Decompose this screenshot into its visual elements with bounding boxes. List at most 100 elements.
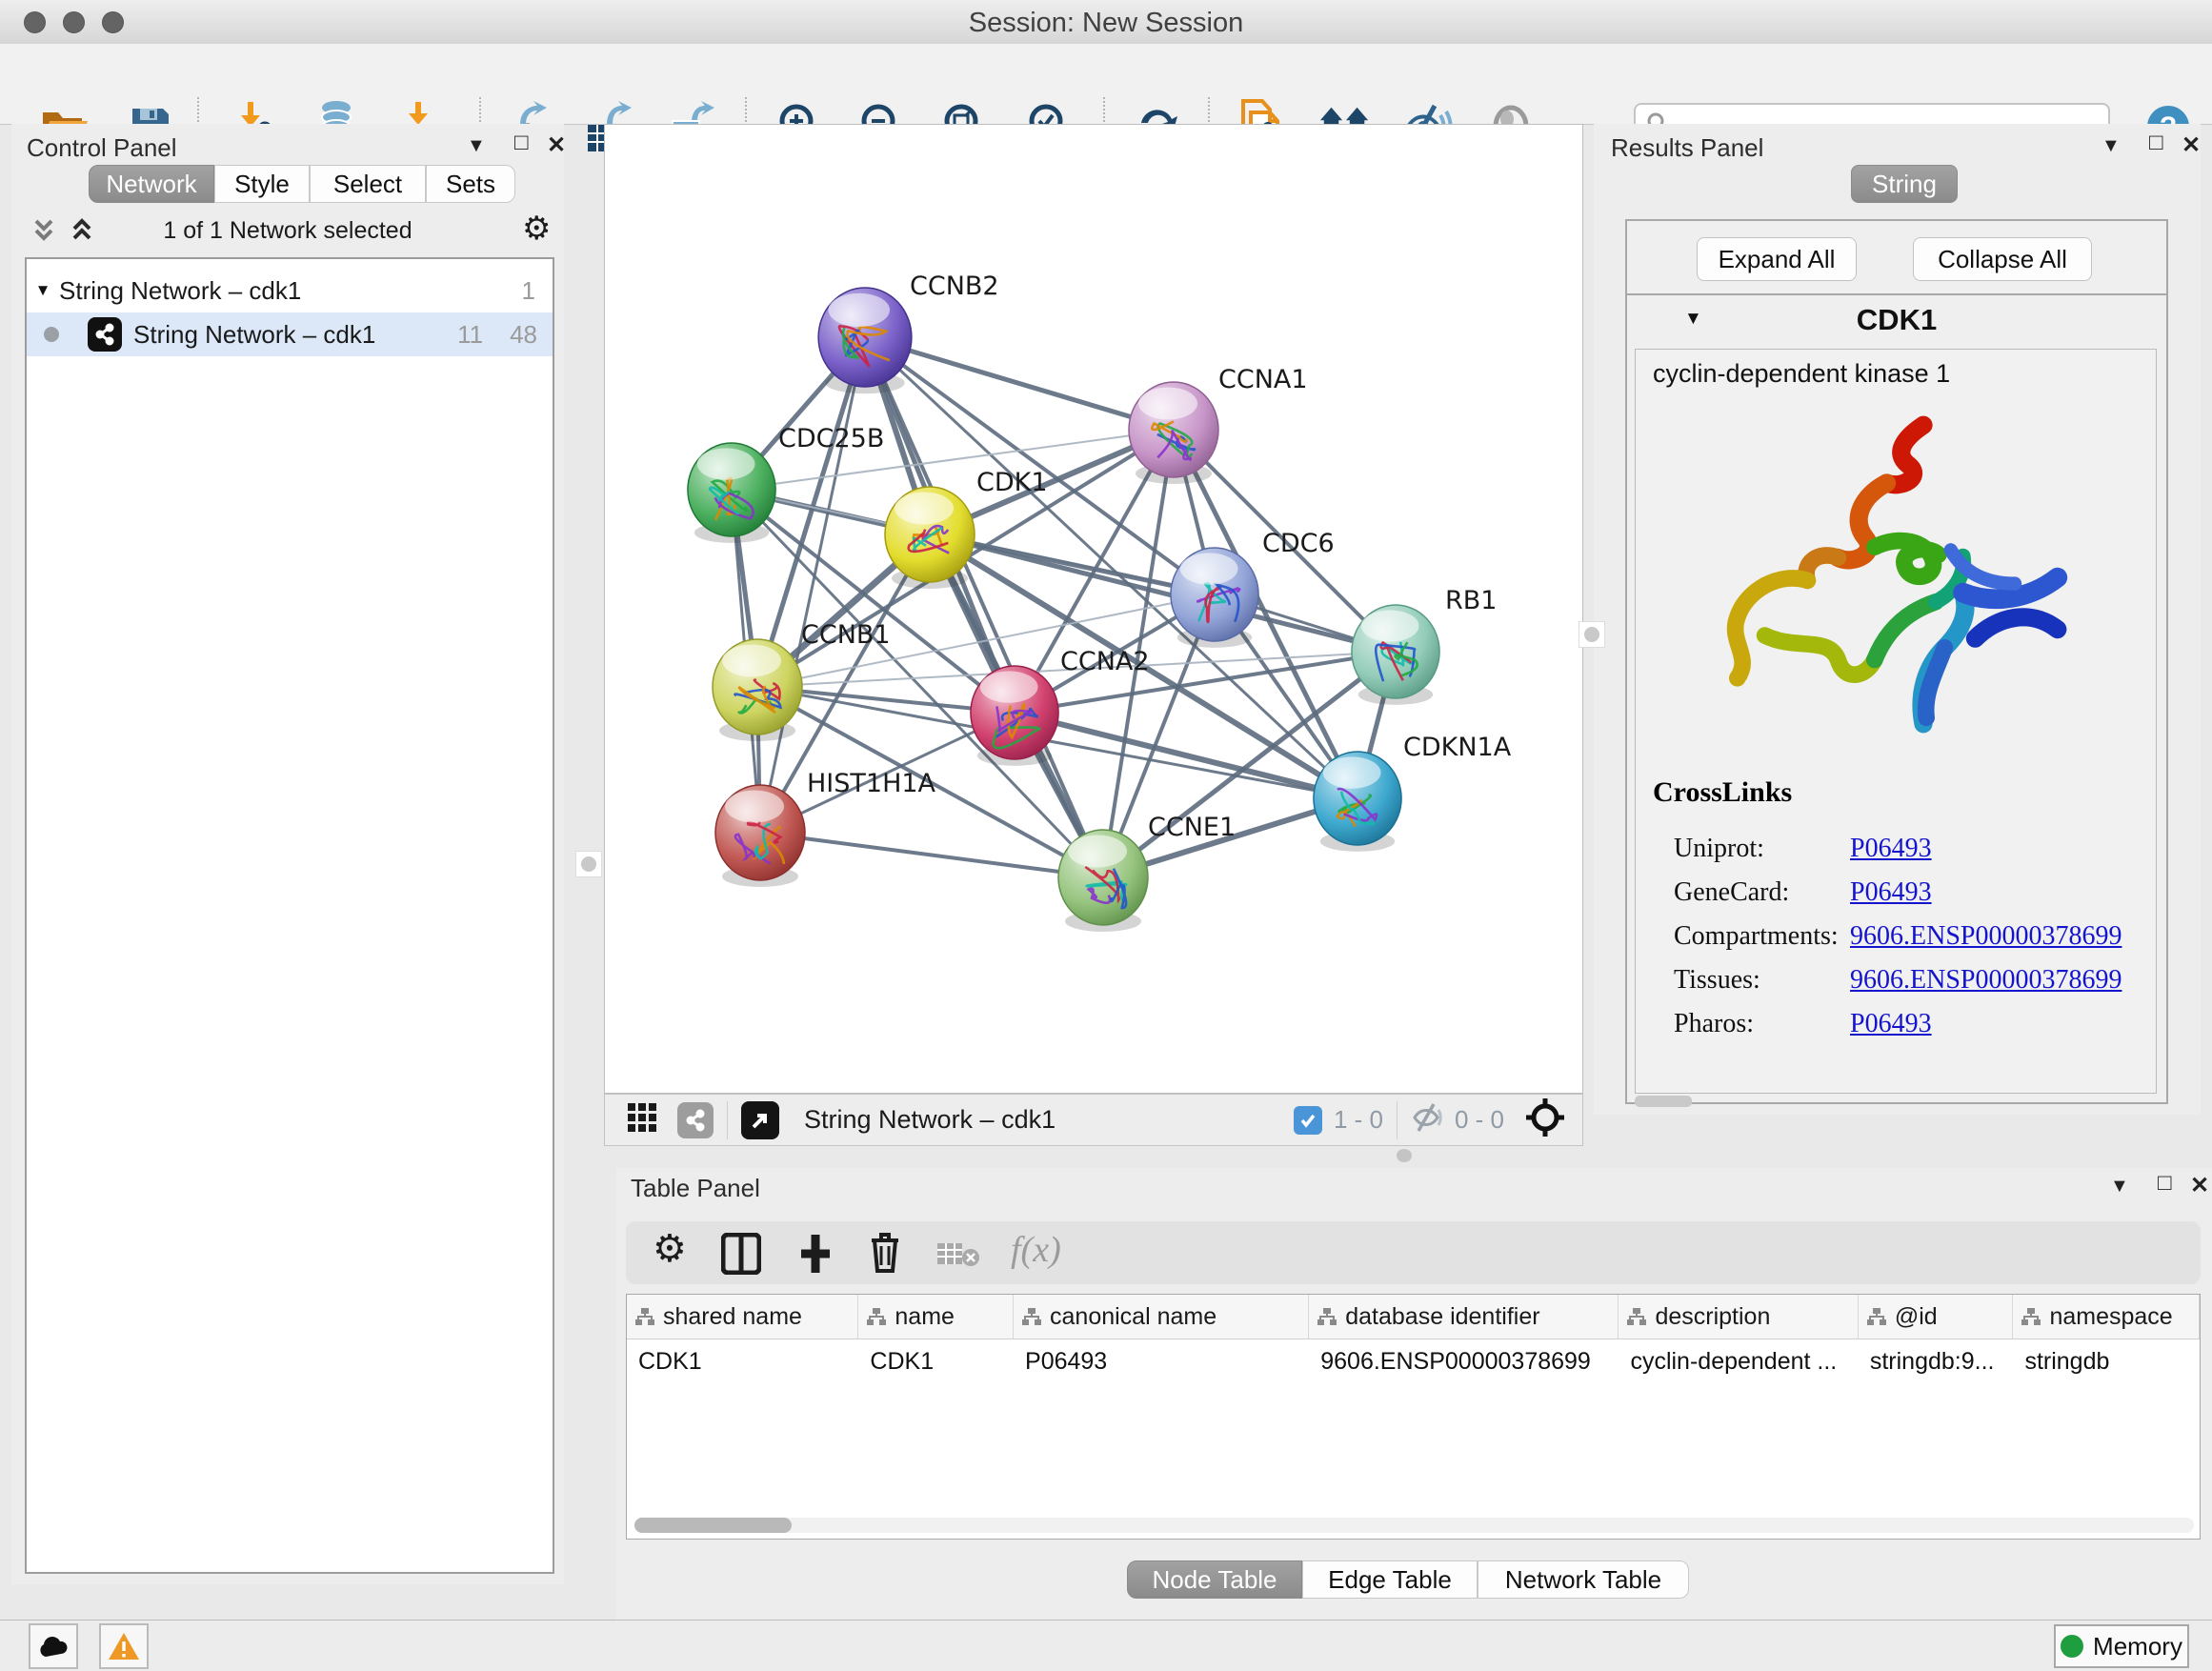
- column-header-database-identifier[interactable]: database identifier: [1309, 1295, 1619, 1339]
- crosslink-link[interactable]: P06493: [1850, 877, 1932, 908]
- node-label-CDK1: CDK1: [976, 468, 1048, 497]
- tab-string[interactable]: String: [1851, 165, 1958, 203]
- results-scrollbar[interactable]: [1635, 1096, 1692, 1107]
- gene-detail-card: cyclin-dependent kinase 1: [1635, 349, 2157, 1094]
- table-hscrollbar-thumb[interactable]: [634, 1518, 792, 1533]
- add-column-icon[interactable]: [795, 1233, 835, 1279]
- memory-status-dot: [2061, 1635, 2083, 1658]
- column-header-name[interactable]: name: [858, 1295, 1014, 1339]
- control-panel-close-icon[interactable]: ✕: [547, 131, 566, 159]
- show-columns-icon[interactable]: [721, 1233, 761, 1279]
- network-collection-row[interactable]: ▼ String Network – cdk1 1: [27, 269, 553, 312]
- network-node-CCNE1[interactable]: CCNE1: [1058, 813, 1236, 932]
- table-cell: cyclin-dependent ...: [1619, 1348, 1858, 1376]
- fit-selection-crosshair-icon[interactable]: [1525, 1097, 1565, 1142]
- node-label-CDC6: CDC6: [1262, 529, 1335, 558]
- table-panel-menu-icon[interactable]: ▼: [2110, 1176, 2129, 1198]
- table-cell: stringdb: [2013, 1348, 2200, 1376]
- network-node-CCNA1[interactable]: CCNA1: [1129, 365, 1308, 484]
- tab-select[interactable]: Select: [310, 165, 426, 203]
- column-header-description[interactable]: description: [1619, 1295, 1858, 1339]
- selected-checkbox-icon[interactable]: [1294, 1106, 1322, 1135]
- table-row[interactable]: CDK1CDK1P064939606.ENSP00000378699cyclin…: [627, 1339, 2200, 1383]
- tab-style[interactable]: Style: [214, 165, 310, 203]
- network-view-toolbar: String Network – cdk1 1 - 0 0 - 0: [604, 1094, 1583, 1146]
- network-status-dot: [44, 327, 59, 342]
- tab-network-table[interactable]: Network Table: [1478, 1560, 1689, 1599]
- left-splitter-handle[interactable]: [575, 851, 602, 877]
- crosslinks-title: CrossLinks: [1653, 776, 1792, 809]
- control-panel: Control Panel ▼ □ ✕ NetworkStyleSelectSe…: [11, 124, 564, 1584]
- gene-title: CDK1: [1627, 303, 2166, 337]
- tree-expand-icon[interactable]: ▼: [27, 281, 59, 300]
- warning-status-icon[interactable]: [99, 1623, 149, 1669]
- crosslink-label: Uniprot:: [1674, 834, 1850, 864]
- network-tree: ▼ String Network – cdk1 1 String Network…: [25, 257, 554, 1574]
- hidden-count: 0 - 0: [1455, 1105, 1504, 1135]
- crosslink-row: Tissues:9606.ENSP00000378699: [1674, 965, 2150, 996]
- horizontal-splitter-handle[interactable]: [1397, 1149, 1412, 1162]
- crosslink-link[interactable]: 9606.ENSP00000378699: [1850, 921, 2122, 952]
- separator: [1397, 1101, 1398, 1139]
- table-settings-gear-icon[interactable]: ⚙: [653, 1227, 687, 1271]
- window-title: Session: New Session: [0, 8, 2212, 39]
- collapse-all-tree-icon[interactable]: [29, 215, 59, 249]
- tab-network[interactable]: Network: [89, 165, 214, 203]
- node-label-HIST1H1A: HIST1H1A: [807, 769, 936, 798]
- crosslink-link[interactable]: 9606.ENSP00000378699: [1850, 965, 2122, 996]
- control-panel-menu-icon[interactable]: ▼: [467, 135, 486, 157]
- open-in-window-icon[interactable]: [741, 1101, 779, 1139]
- network-options-gear-icon[interactable]: ⚙: [522, 210, 551, 248]
- node-table[interactable]: shared namenamecanonical namedatabase id…: [626, 1294, 2201, 1540]
- tab-node-table[interactable]: Node Table: [1127, 1560, 1302, 1599]
- function-builder-icon: f(x): [1011, 1229, 1061, 1271]
- crosslink-link[interactable]: P06493: [1850, 1009, 1932, 1039]
- cloud-status-icon[interactable]: [29, 1623, 78, 1669]
- network-node-CCNB2[interactable]: CCNB2: [818, 272, 998, 393]
- network-row-selected[interactable]: String Network – cdk1 11 48: [27, 312, 553, 356]
- network-node-HIST1H1A[interactable]: HIST1H1A: [715, 769, 936, 887]
- node-label-CCNE1: CCNE1: [1148, 813, 1236, 842]
- column-header-canonical-name[interactable]: canonical name: [1014, 1295, 1309, 1339]
- table-panel-close-icon[interactable]: ✕: [2190, 1172, 2209, 1199]
- memory-button[interactable]: Memory: [2054, 1624, 2189, 1668]
- network-node-CDC25B[interactable]: CDC25B: [688, 424, 884, 543]
- control-panel-tabs: NetworkStyleSelectSets: [89, 165, 515, 203]
- table-cell: 9606.ENSP00000378699: [1309, 1348, 1619, 1376]
- collapse-all-button[interactable]: Collapse All: [1913, 237, 2092, 281]
- selected-count: 1 - 0: [1334, 1105, 1383, 1135]
- expand-all-tree-icon[interactable]: [67, 215, 97, 249]
- birdseye-view-icon[interactable]: [628, 1103, 656, 1137]
- table-hscrollbar[interactable]: [634, 1518, 2194, 1533]
- results-panel-close-icon[interactable]: ✕: [2182, 131, 2201, 159]
- crosslink-row: Compartments:9606.ENSP00000378699: [1674, 921, 2150, 952]
- protein-structure-image: [1693, 407, 2093, 750]
- network-canvas[interactable]: CCNB2CCNA1CDC25BCDK1CDC6RB1CCNB1CCNA2CDK…: [604, 124, 1583, 1094]
- table-panel-float-icon[interactable]: □: [2158, 1170, 2172, 1197]
- crosslink-label: Pharos:: [1674, 1009, 1850, 1039]
- status-bar: Memory: [0, 1620, 2212, 1671]
- control-panel-float-icon[interactable]: □: [514, 130, 529, 156]
- node-label-CCNA1: CCNA1: [1218, 365, 1308, 394]
- network-node-RB1[interactable]: RB1: [1352, 586, 1498, 705]
- column-header-namespace[interactable]: namespace: [2013, 1295, 2200, 1339]
- current-network-name: String Network – cdk1: [804, 1105, 1056, 1135]
- results-panel: Results Panel ▼ □ ✕ String Expand All Co…: [1594, 124, 2201, 1115]
- crosslink-row: Pharos:P06493: [1674, 1009, 2150, 1039]
- results-panel-menu-icon[interactable]: ▼: [2101, 135, 2121, 157]
- tab-edge-table[interactable]: Edge Table: [1302, 1560, 1478, 1599]
- table-header-row: shared namenamecanonical namedatabase id…: [627, 1295, 2200, 1339]
- node-label-CCNB1: CCNB1: [801, 620, 891, 650]
- expand-all-button[interactable]: Expand All: [1697, 237, 1857, 281]
- crosslink-row: Uniprot:P06493: [1674, 834, 2150, 864]
- tab-sets[interactable]: Sets: [426, 165, 515, 203]
- right-splitter-handle[interactable]: [1579, 621, 1605, 648]
- network-node-CDKN1A[interactable]: CDKN1A: [1314, 733, 1512, 852]
- results-panel-float-icon[interactable]: □: [2149, 130, 2163, 156]
- string-network-icon: [88, 317, 122, 352]
- column-header--id[interactable]: @id: [1859, 1295, 2014, 1339]
- column-header-shared-name[interactable]: shared name: [627, 1295, 858, 1339]
- crosslink-link[interactable]: P06493: [1850, 834, 1932, 864]
- string-panel-icon[interactable]: [677, 1102, 714, 1138]
- delete-column-icon[interactable]: [866, 1231, 904, 1279]
